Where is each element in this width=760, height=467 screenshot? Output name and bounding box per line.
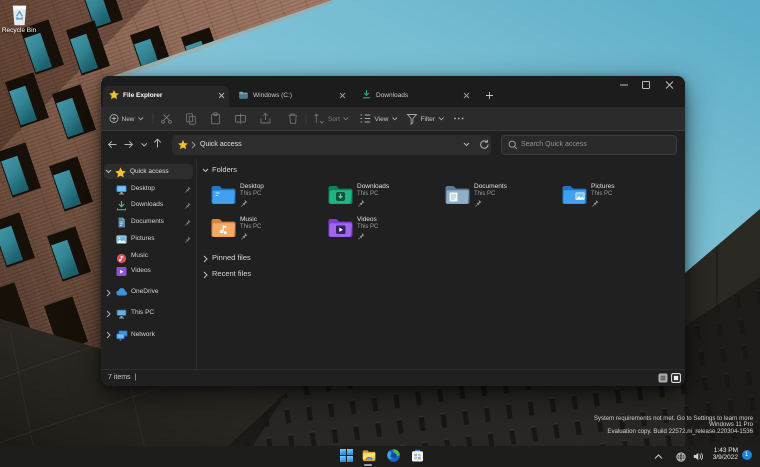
svg-text:Filter: Filter xyxy=(421,116,436,123)
svg-text:New: New xyxy=(122,116,135,123)
svg-text:Sort: Sort xyxy=(328,116,340,123)
svg-text:View: View xyxy=(375,116,389,123)
